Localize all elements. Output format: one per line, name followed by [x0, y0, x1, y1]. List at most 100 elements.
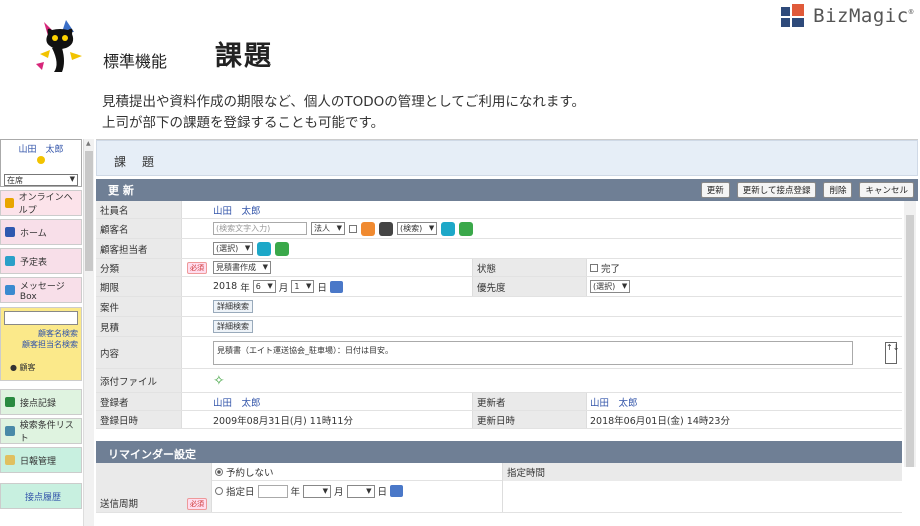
sidebar-scroll-thumb[interactable]	[85, 151, 93, 271]
case-label: 案件	[96, 297, 182, 316]
bizmagic-logo: BizMagic®	[781, 4, 914, 28]
sidebar-item-label: オンラインヘルプ	[18, 193, 73, 216]
customer-search-field[interactable]: (検索文字入力)	[213, 222, 307, 235]
panel-title: 課 題	[96, 140, 918, 176]
sidebar-item-label: メッセージBox	[19, 281, 65, 302]
deadline-row: 期限 2018年 6月 1日 優先度 (選択)	[96, 277, 902, 297]
customer-name-search-link[interactable]: 顧客名検索	[4, 328, 78, 339]
search-icon[interactable]	[441, 221, 456, 236]
form-scroll-thumb[interactable]	[906, 215, 914, 467]
sidebar-item-label: 顧客	[19, 363, 36, 372]
description-line-1: 見積提出や資料作成の期限など、個人のTODOの管理としてご利用になれます。	[102, 94, 585, 110]
sidebar-item-search-list[interactable]: 検索条件リスト	[0, 418, 82, 444]
sidebar-item-contact-history[interactable]: 接点履歴	[0, 483, 82, 509]
sidebar-item-daily-report[interactable]: 日報管理	[0, 447, 82, 473]
update-and-contact-button[interactable]: 更新して接点登録	[736, 182, 817, 198]
content-textarea[interactable]: 見積書（エイト運送協会_駐車場）：日付は目安。	[213, 340, 853, 365]
category-select[interactable]: 見積書作成	[213, 261, 271, 274]
brand-name: BizMagic	[813, 5, 909, 27]
registrant-label: 登録者	[96, 393, 182, 410]
sidebar-item-customer[interactable]: ● 顧客	[4, 362, 78, 373]
status-select[interactable]: 在席	[4, 174, 78, 186]
reminder-rows: 送信周期 必須 予約しない 指定日 年 月	[96, 463, 902, 513]
reminder-date-radio[interactable]	[215, 487, 223, 495]
customer-search-box: 顧客名検索 顧客担当名検索 ● 顧客	[0, 307, 82, 381]
contact-row: 顧客担当者 (選択)	[96, 239, 902, 259]
scroll-up-icon[interactable]: ▲	[86, 140, 91, 147]
contact-select[interactable]: (選択)	[213, 242, 254, 255]
sidebar-item-messagebox[interactable]: メッセージBox	[0, 277, 82, 303]
dates-row: 登録日時 2009年08月31日(月) 11時11分 更新日時 2018年06月…	[96, 411, 902, 429]
estimate-search-button[interactable]: 詳細検索	[213, 320, 253, 333]
employee-row: 社員名 山田 太郎	[96, 201, 902, 219]
person-icon[interactable]	[361, 221, 375, 236]
user-name[interactable]: 山田 太郎	[1, 142, 81, 155]
updater-value[interactable]: 山田 太郎	[590, 395, 638, 409]
calendar-icon[interactable]	[329, 280, 343, 293]
standard-function-label: 標準機能	[103, 52, 168, 71]
group-icon[interactable]	[379, 221, 393, 236]
send-cycle-label: 送信周期 必須	[96, 463, 212, 512]
deadline-day-unit: 日	[317, 282, 327, 294]
status-label: 状態	[472, 259, 587, 276]
reminder-year-input[interactable]	[257, 484, 288, 498]
sidebar-item-contact-record[interactable]: 接点記録	[0, 389, 82, 415]
paperclip-icon[interactable]: ✧	[213, 373, 225, 389]
delete-button[interactable]: 削除	[823, 182, 853, 198]
expand-icon[interactable]: ↑↓	[885, 341, 899, 364]
sidebar-scrollbar[interactable]: ▲	[83, 139, 94, 526]
reg-date-label: 登録日時	[96, 411, 182, 428]
edit-icon[interactable]	[459, 221, 474, 236]
estimate-label: 見積	[96, 317, 182, 336]
calendar-icon	[5, 256, 15, 266]
customer-search-input[interactable]	[4, 311, 78, 325]
case-search-button[interactable]: 詳細検索	[213, 300, 253, 313]
required-badge: 必須	[187, 498, 207, 510]
send-cycle-label-text: 送信周期	[100, 499, 139, 510]
customer-checkbox[interactable]	[349, 224, 357, 233]
people-icon: ●	[10, 363, 17, 372]
sidebar-item-help[interactable]: オンラインヘルプ	[0, 190, 82, 216]
user-status-icon	[37, 156, 45, 164]
updater-label: 更新者	[472, 393, 587, 410]
reminder-none-radio[interactable]	[215, 467, 223, 476]
search-icon[interactable]	[257, 241, 272, 256]
help-icon	[5, 198, 14, 208]
deadline-day-select[interactable]: 1	[291, 280, 315, 293]
complete-checkbox[interactable]	[590, 263, 598, 272]
customer-label: 顧客名	[96, 219, 182, 238]
home-icon	[5, 227, 15, 237]
edit-icon[interactable]	[275, 241, 290, 256]
calendar-icon[interactable]	[390, 485, 404, 497]
priority-select[interactable]: (選択)	[590, 280, 631, 293]
sidebar-item-home[interactable]: ホーム	[0, 219, 82, 245]
category-label: 分類 必須	[96, 259, 207, 276]
sidebar-item-label: 検索条件リスト	[19, 421, 74, 444]
content-label: 内容	[96, 337, 182, 368]
deadline-year[interactable]: 2018	[213, 281, 237, 292]
deadline-month-select[interactable]: 6	[252, 280, 276, 293]
cancel-button[interactable]: キャンセル	[859, 182, 914, 198]
upd-date-value: 2018年06月01日(金) 14時23分	[590, 415, 730, 427]
upd-date-label: 更新日時	[472, 411, 587, 428]
reminder-day-unit: 日	[377, 487, 388, 498]
reminder-day-select[interactable]	[346, 484, 375, 498]
sidebar-item-schedule[interactable]: 予定表	[0, 248, 82, 274]
form-scrollbar[interactable]	[904, 201, 916, 467]
reminder-month-select[interactable]	[303, 484, 332, 498]
attachment-label: 添付ファイル	[96, 369, 182, 392]
deadline-label: 期限	[96, 277, 182, 296]
report-icon	[5, 455, 15, 465]
required-badge: 必須	[187, 261, 207, 274]
update-section-bar: 更 新 更新 更新して接点登録 削除 キャンセル	[96, 179, 918, 201]
registrant-value[interactable]: 山田 太郎	[213, 395, 261, 409]
sidebar-item-label: 日報管理	[20, 456, 57, 467]
update-button[interactable]: 更新	[700, 182, 730, 198]
customer-contact-search-link[interactable]: 顧客担当名検索	[4, 339, 78, 350]
employee-value[interactable]: 山田 太郎	[213, 203, 261, 217]
contact-label: 顧客担当者	[96, 239, 182, 258]
page-description: 見積提出や資料作成の期限など、個人のTODOの管理としてご利用になれます。 上司…	[102, 92, 585, 134]
customer-search-select[interactable]: (検索)	[397, 222, 438, 235]
customer-type-select[interactable]: 法人	[311, 222, 345, 235]
mail-icon	[5, 285, 15, 295]
